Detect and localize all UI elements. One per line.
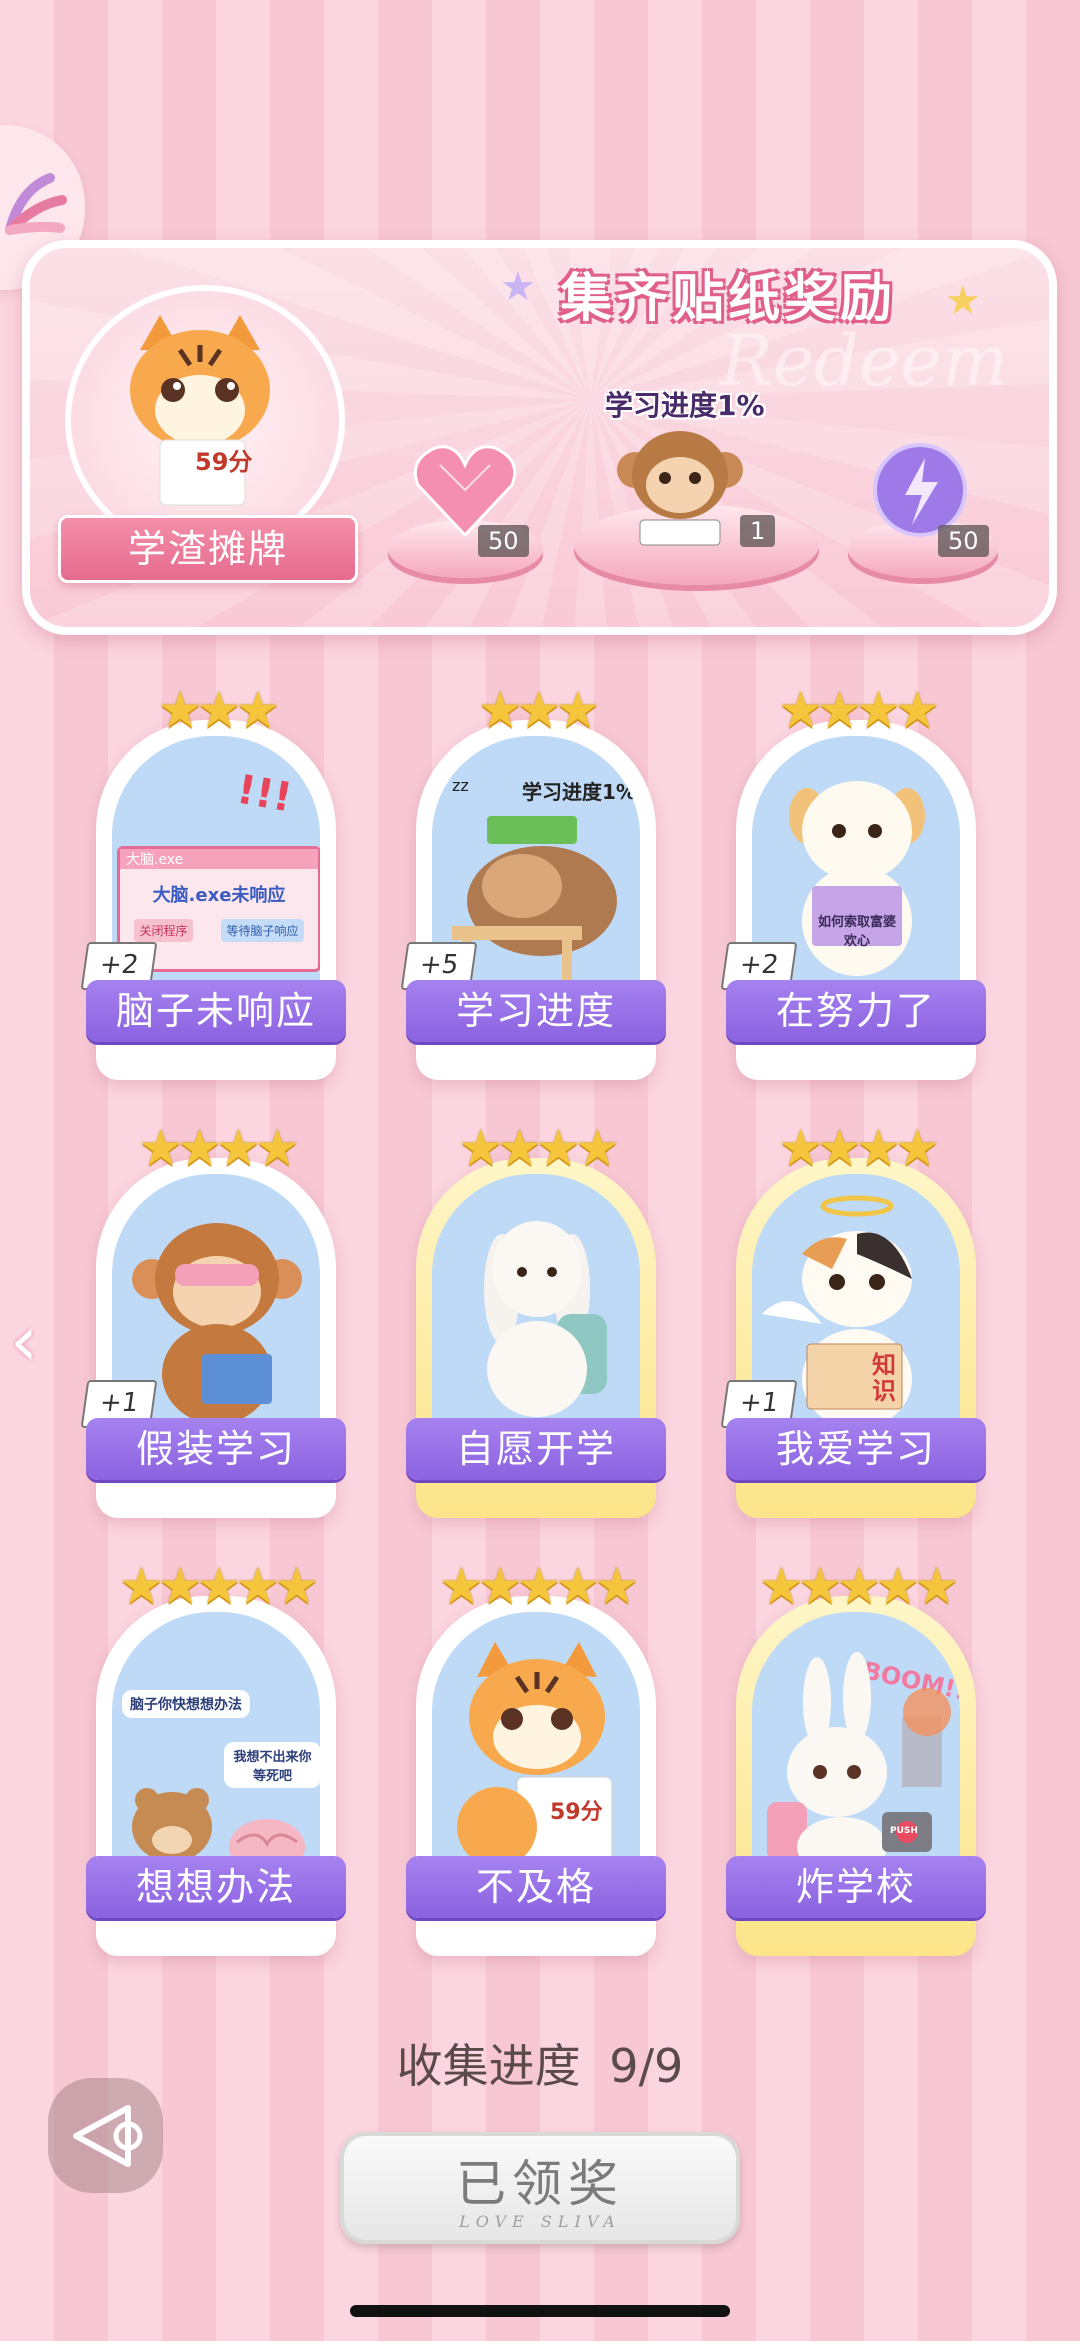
star-rating: ★★★★: [458, 1119, 619, 1177]
tiger-paper-score: 59分: [195, 448, 253, 476]
star-rating: ★★★★: [138, 1119, 299, 1177]
sticker-card[interactable]: 脑子你快想想办法 我想不出来你等死吧 ★★★★★ 想想办法: [86, 1556, 346, 1956]
star-rating: ★★★★★: [118, 1557, 319, 1615]
star-icon: ★: [500, 264, 536, 310]
reward-count: 50: [478, 525, 529, 557]
star-rating: ★★★★: [778, 681, 939, 739]
sticker-label: 我爱学习: [726, 1418, 986, 1480]
star-rating: ★★★: [477, 681, 600, 739]
sticker-card[interactable]: BOOM!! PUSH ★★★★★ 炸学校: [726, 1556, 986, 1956]
collect-progress-label: 收集进度: [396, 2039, 581, 2093]
reward-count: 50: [938, 525, 989, 557]
sticker-card[interactable]: 59分 ★★★★★ 不及格: [406, 1556, 666, 1956]
back-button[interactable]: [48, 2078, 163, 2193]
sticker-label: 脑子未响应: [86, 980, 346, 1042]
sticker-label: 炸学校: [726, 1856, 986, 1918]
reward-progress-caption: 学习进度1%: [605, 389, 765, 422]
tiger-avatar-icon: [130, 315, 270, 506]
star-rating: ★★★★: [778, 1119, 939, 1177]
sticker-card[interactable]: ★★★★ 自愿开学: [406, 1118, 666, 1518]
claimed-button-label: 已领奖: [456, 2155, 624, 2213]
star-rating: ★★★★★: [758, 1557, 959, 1615]
sticker-card[interactable]: !!! 大脑.exe 大脑.exe未响应 关闭程序 等待脑子响应 ★★★ +2 …: [80, 680, 346, 1080]
sticker-card[interactable]: 知识 ★★★★ +1 我爱学习: [720, 1118, 986, 1518]
sticker-art-think-of-way: 脑子你快想想办法 我想不出来你等死吧: [112, 1612, 320, 1882]
star-icon: ★: [945, 278, 981, 324]
star-rating: ★★★: [157, 681, 280, 739]
reward-title-banner: ★ 集齐贴纸奖励 ★: [500, 250, 981, 330]
badge-ribbon: 学渣摊牌: [58, 515, 358, 583]
collect-progress-value: 9/9: [609, 2039, 684, 2093]
fan-icon: [5, 173, 67, 235]
monkey-sticker-icon[interactable]: [615, 420, 745, 550]
sticker-card[interactable]: ★★★★ +1 假装学习: [80, 1118, 346, 1518]
star-rating: ★★★★★: [438, 1557, 639, 1615]
sticker-card[interactable]: 学习进度1% zz ★★★ +5 学习进度: [400, 680, 666, 1080]
claimed-button-sublabel: LOVE SLIVA: [459, 2212, 621, 2231]
previous-page-arrow-icon[interactable]: ‹: [10, 1300, 38, 1382]
sticker-label: 自愿开学: [406, 1418, 666, 1480]
home-indicator[interactable]: [350, 2305, 730, 2317]
reward-title: 集齐贴纸奖励: [560, 269, 897, 329]
badge-label: 学渣摊牌: [127, 527, 288, 571]
sticker-art-voluntary-school: [432, 1174, 640, 1444]
back-arrow-icon: [73, 2105, 143, 2167]
sticker-card[interactable]: 如何索取富婆欢心 ★★★★ +2 在努力了: [720, 680, 986, 1080]
sticker-label: 想想办法: [86, 1856, 346, 1918]
sticker-label: 在努力了: [726, 980, 986, 1042]
claimed-button[interactable]: 已领奖 LOVE SLIVA: [340, 2132, 740, 2244]
sticker-art-fail: 59分: [432, 1612, 640, 1882]
sticker-label: 不及格: [406, 1856, 666, 1918]
sticker-label: 假装学习: [86, 1418, 346, 1480]
sticker-label: 学习进度: [406, 980, 666, 1042]
reward-count: 1: [740, 515, 776, 547]
sticker-art-bomb-school: BOOM!! PUSH: [752, 1612, 960, 1882]
